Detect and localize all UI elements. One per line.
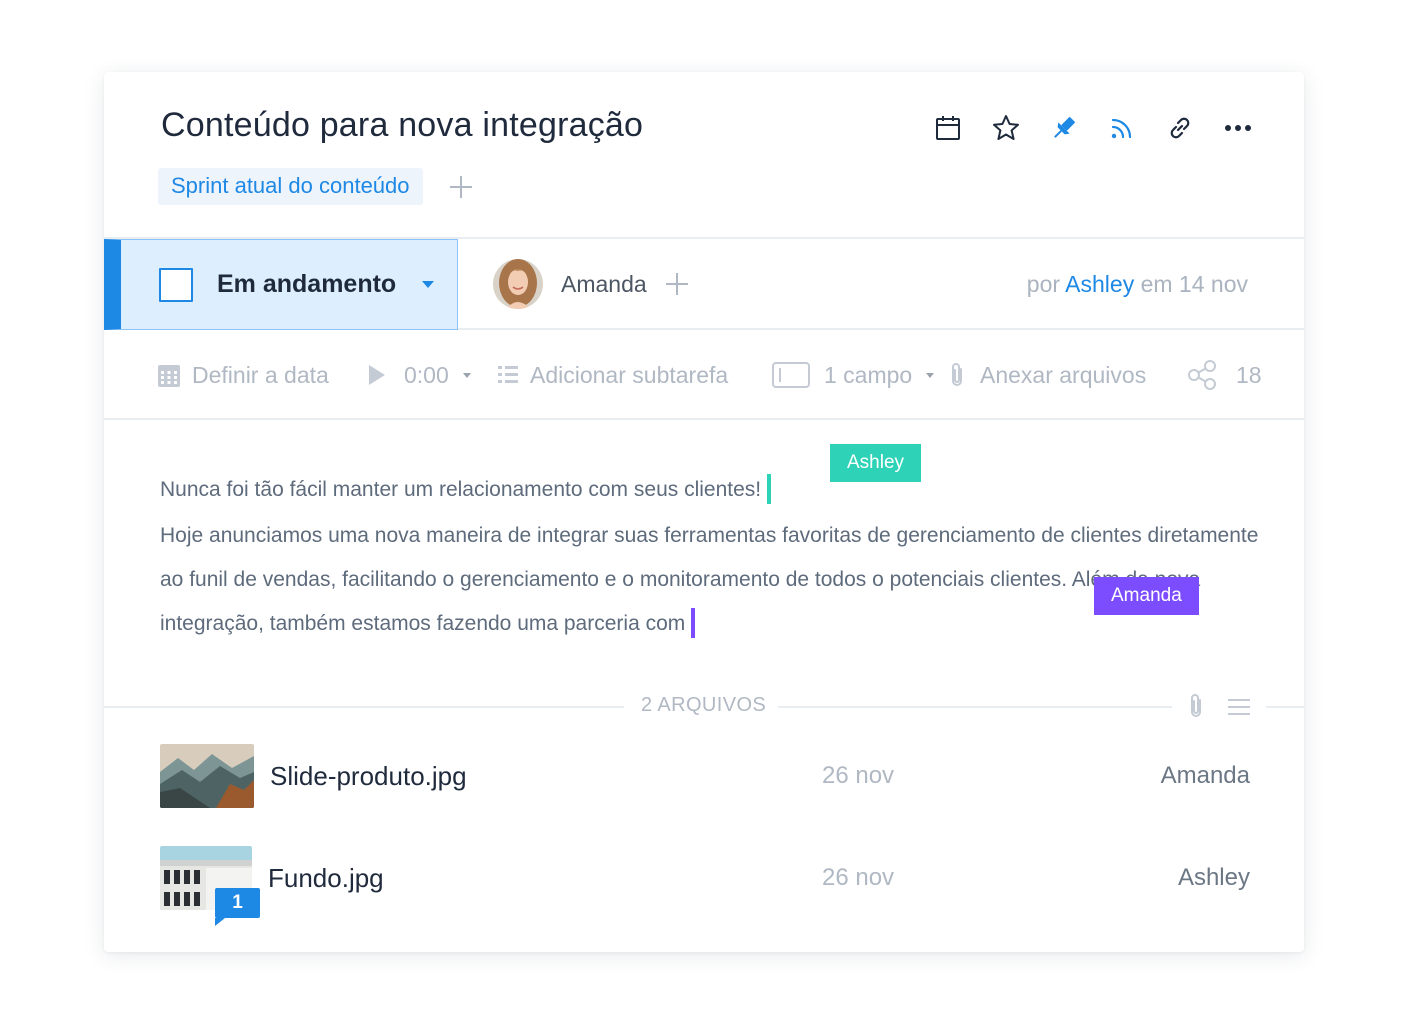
file-name: Fundo.jpg [268,862,384,893]
set-date-button[interactable]: Definir a data [158,330,329,420]
file-uploader: Amanda [1160,762,1250,789]
assignee-name: Amanda [561,270,647,297]
avatar [493,259,543,309]
list-view-icon[interactable] [1228,697,1250,722]
divider-line [778,706,1172,708]
timer-value: 0:00 [404,361,449,388]
task-description[interactable]: Nunca foi tão fácil manter um relacionam… [160,468,1260,646]
ashley-cursor [767,474,772,504]
add-subtask-label: Adicionar subtarefa [530,361,729,388]
share-count: 18 [1236,361,1262,388]
collaborator-flag-ashley: Ashley [830,444,922,482]
status-row: Em andamento Amanda por Ashley em 14 nov [104,237,1304,330]
task-card: Conteúdo para nova integração Sprint atu… [104,72,1304,952]
share-button[interactable]: 18 [1186,330,1262,420]
play-icon [369,365,385,385]
rss-icon[interactable] [1108,114,1136,142]
file-thumbnail [160,744,254,808]
attach-label: Anexar arquivos [980,361,1147,388]
tag-row: Sprint atual do conteúdo [158,168,473,205]
assignee[interactable]: Amanda [493,259,689,309]
file-date: 26 nov [822,762,895,789]
share-icon [1188,360,1216,390]
paperclip-icon[interactable] [1187,692,1205,725]
calendar-grid-icon [158,365,180,387]
status-label: Em andamento [217,270,397,298]
files-count-label: 2 ARQUIVOS [641,694,767,716]
byline-suffix: em 14 nov [1140,271,1248,297]
more-icon[interactable] [1224,114,1252,142]
file-row[interactable]: Slide-produto.jpg 26 nov Amanda [160,744,1250,808]
task-toolbar [934,114,1252,142]
list-tag[interactable]: Sprint atual do conteúdo [158,168,423,205]
file-name: Slide-produto.jpg [270,760,467,791]
task-title[interactable]: Conteúdo para nova integração [161,106,643,145]
fields-label: 1 campo [824,361,913,388]
file-row[interactable]: Fundo.jpg 26 nov Ashley [160,846,1250,910]
attach-files-button[interactable]: Anexar arquivos [948,330,1146,420]
file-uploader: Ashley [1177,864,1250,891]
set-date-label: Definir a data [192,361,329,388]
created-byline: por Ashley em 14 nov [1027,271,1248,298]
field-icon [772,362,810,388]
description-line-1: Nunca foi tão fácil manter um relacionam… [160,478,762,501]
custom-fields-button[interactable]: 1 campo [772,330,935,420]
byline-author[interactable]: Ashley [1065,271,1134,297]
chevron-down-icon [462,372,471,378]
chevron-down-icon [422,281,435,288]
status-dropdown[interactable]: Em andamento [104,239,458,330]
file-date: 26 nov [822,864,895,891]
add-assignee-icon[interactable] [665,272,689,296]
add-tag-icon[interactable] [449,175,473,199]
link-icon[interactable] [1166,114,1194,142]
collaborator-flag-amanda: Amanda [1094,577,1199,615]
divider-line [104,706,624,708]
comment-count-badge[interactable]: 1 [215,888,260,926]
actions-row: Definir a data 0:00 Adicionar subtarefa … [104,330,1304,420]
byline-prefix: por [1026,271,1061,297]
divider-line [1266,706,1304,708]
complete-checkbox[interactable] [159,267,193,302]
pin-icon[interactable] [1050,114,1078,142]
chevron-down-icon [926,372,935,378]
timer-button[interactable]: 0:00 [368,330,471,420]
calendar-icon[interactable] [934,114,962,142]
checklist-icon [498,366,518,383]
paperclip-icon [952,363,962,386]
amanda-cursor [691,608,696,638]
add-subtask-button[interactable]: Adicionar subtarefa [498,330,728,420]
star-icon[interactable] [992,114,1020,142]
files-divider: 2 ARQUIVOS [104,692,1304,722]
